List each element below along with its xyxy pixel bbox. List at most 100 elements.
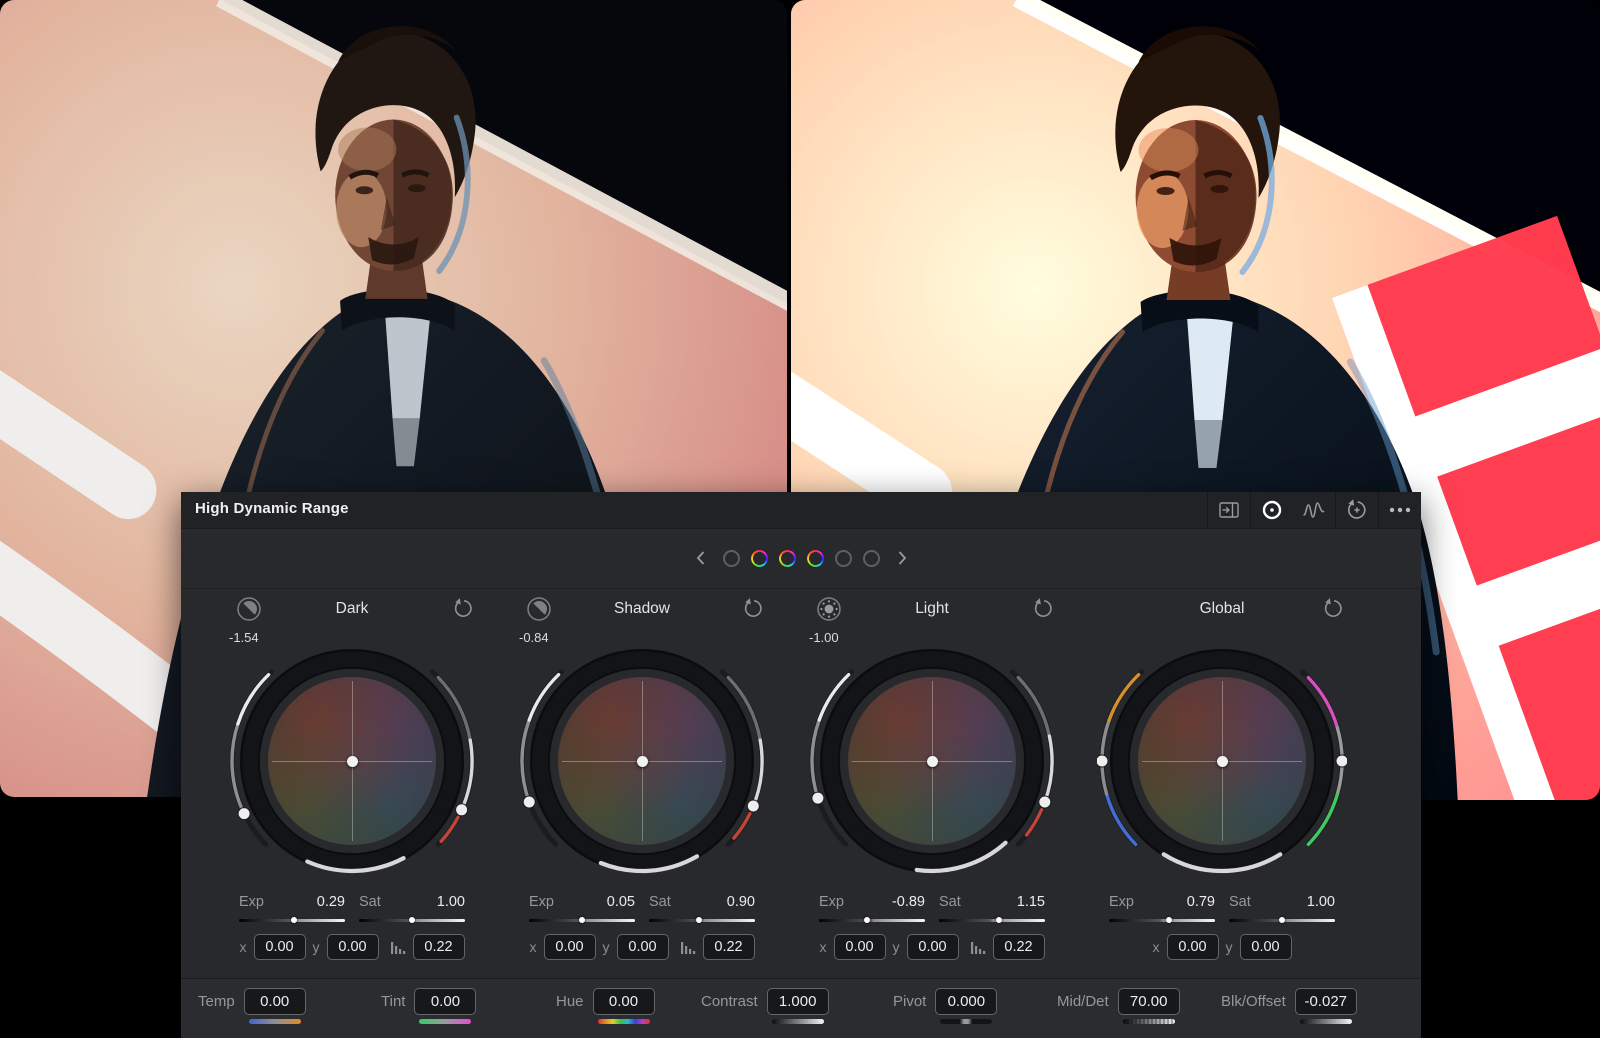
sat-value: 1.15 xyxy=(1017,894,1045,910)
exp-value: 0.29 xyxy=(317,894,345,910)
wheel-center-handle[interactable] xyxy=(1217,756,1228,767)
x-field[interactable]: 0.00 xyxy=(834,934,886,960)
pager-dot-6[interactable] xyxy=(863,550,880,567)
exp-label: Exp xyxy=(819,894,844,910)
histogram-field[interactable]: 0.22 xyxy=(703,934,755,960)
exp-slider[interactable]: Exp -0.89 xyxy=(819,894,925,922)
contrast-gradient xyxy=(772,1019,824,1024)
mid-det-field[interactable]: 70.00 xyxy=(1118,988,1180,1015)
pager-dot-2[interactable] xyxy=(751,550,768,567)
panel-titlebar: High Dynamic Range xyxy=(181,492,1421,529)
sat-label: Sat xyxy=(1229,894,1251,910)
wheel-center-handle[interactable] xyxy=(347,756,358,767)
x-field[interactable]: 0.00 xyxy=(254,934,306,960)
hue-field[interactable]: 0.00 xyxy=(593,988,655,1015)
application-window: High Dynamic Range xyxy=(0,0,1600,1038)
waveform-mode-icon[interactable] xyxy=(1293,492,1335,528)
exp-label: Exp xyxy=(1109,894,1134,910)
x-label: x xyxy=(530,939,537,955)
wheel-disc[interactable] xyxy=(268,677,436,845)
field-mid-det: Mid/Det 70.00 xyxy=(1057,988,1180,1024)
sat-label: Sat xyxy=(649,894,671,910)
temp-label: Temp xyxy=(198,988,235,1016)
exp-value: 0.79 xyxy=(1187,894,1215,910)
tint-label: Tint xyxy=(381,988,405,1016)
wheel-section-global: Global Exp0.79 Sat1.00 xyxy=(1077,588,1367,978)
x-label: x xyxy=(820,939,827,955)
pager-dot-4[interactable] xyxy=(807,550,824,567)
contrast-field[interactable]: 1.000 xyxy=(767,988,829,1015)
brightness-dial-icon[interactable] xyxy=(815,595,843,628)
exposure-dial-icon[interactable] xyxy=(235,595,263,628)
tint-field[interactable]: 0.00 xyxy=(414,988,476,1015)
pager-dot-1[interactable] xyxy=(723,550,740,567)
pager-next-icon[interactable] xyxy=(891,549,913,567)
exp-slider[interactable]: Exp0.29 xyxy=(239,894,345,922)
wheel-disc[interactable] xyxy=(848,677,1016,845)
wheel-reset-icon[interactable] xyxy=(452,597,475,625)
histogram-field[interactable]: 0.22 xyxy=(993,934,1045,960)
pivot-label: Pivot xyxy=(893,988,926,1016)
sat-label: Sat xyxy=(359,894,381,910)
blk-offset-field[interactable]: -0.027 xyxy=(1295,988,1357,1015)
more-options-icon[interactable] xyxy=(1379,492,1421,528)
wheel-center-handle[interactable] xyxy=(927,756,938,767)
histogram-icon xyxy=(680,940,696,955)
color-wheel-shadow[interactable] xyxy=(517,636,767,886)
wheel-reset-icon[interactable] xyxy=(1032,597,1055,625)
exp-slider[interactable]: Exp 0.79 xyxy=(1109,894,1215,922)
exp-slider[interactable]: Exp0.05 xyxy=(529,894,635,922)
y-label: y xyxy=(893,939,900,955)
wheel-center-handle[interactable] xyxy=(637,756,648,767)
exp-value: -0.89 xyxy=(892,894,925,910)
palette-pager xyxy=(181,528,1421,589)
y-field[interactable]: 0.00 xyxy=(1240,934,1292,960)
pager-dot-3[interactable] xyxy=(779,550,796,567)
field-temp: Temp 0.00 xyxy=(198,988,306,1024)
mid-det-label: Mid/Det xyxy=(1057,988,1109,1016)
sat-slider[interactable]: Sat 1.00 xyxy=(359,894,465,922)
color-wheel-global[interactable] xyxy=(1097,636,1347,886)
pager-dot-5[interactable] xyxy=(835,550,852,567)
x-field[interactable]: 0.00 xyxy=(544,934,596,960)
y-field[interactable]: 0.00 xyxy=(907,934,959,960)
exposure-dial-icon[interactable] xyxy=(525,595,553,628)
histogram-icon xyxy=(390,940,406,955)
sat-value: 0.90 xyxy=(727,894,755,910)
hdr-panel: High Dynamic Range xyxy=(181,492,1421,1038)
pager-prev-icon[interactable] xyxy=(690,549,712,567)
x-field[interactable]: 0.00 xyxy=(1167,934,1219,960)
contrast-label: Contrast xyxy=(701,988,758,1016)
sat-slider[interactable]: Sat 0.90 xyxy=(649,894,755,922)
temp-field[interactable]: 0.00 xyxy=(244,988,306,1015)
color-wheel-mode-icon[interactable] xyxy=(1251,492,1293,528)
sat-slider[interactable]: Sat1.15 xyxy=(939,894,1045,922)
histogram-icon xyxy=(970,940,986,955)
y-label: y xyxy=(313,939,320,955)
exp-label: Exp xyxy=(529,894,554,910)
wheel-section-dark: Dark -1.54 Exp0.29 xyxy=(207,588,497,978)
titlebar-icon-group xyxy=(1207,492,1421,528)
x-label: x xyxy=(240,939,247,955)
sat-value: 1.00 xyxy=(437,894,465,910)
histogram-field[interactable]: 0.22 xyxy=(413,934,465,960)
color-wheel-light[interactable] xyxy=(807,636,1057,886)
wheel-reset-icon[interactable] xyxy=(742,597,765,625)
blk-offset-gradient xyxy=(1300,1019,1352,1024)
wheel-disc[interactable] xyxy=(558,677,726,845)
color-wheel-dark[interactable] xyxy=(227,636,477,886)
mid-det-gradient xyxy=(1123,1019,1175,1024)
y-field[interactable]: 0.00 xyxy=(327,934,379,960)
panel-expand-icon[interactable] xyxy=(1208,492,1250,528)
blk-offset-label: Blk/Offset xyxy=(1221,988,1286,1016)
sat-slider[interactable]: Sat1.00 xyxy=(1229,894,1335,922)
color-wheels-row: Dark -1.54 Exp0.29 xyxy=(207,588,1367,978)
wheel-reset-icon[interactable] xyxy=(1322,597,1345,625)
field-contrast: Contrast 1.000 xyxy=(701,988,829,1024)
pivot-field[interactable]: 0.000 xyxy=(935,988,997,1015)
field-pivot: Pivot 0.000 xyxy=(893,988,997,1024)
wheel-section-shadow: Shadow -0.84 Exp0.05 xyxy=(497,588,787,978)
reset-all-icon[interactable] xyxy=(1336,492,1378,528)
y-field[interactable]: 0.00 xyxy=(617,934,669,960)
wheel-disc[interactable] xyxy=(1138,677,1306,845)
